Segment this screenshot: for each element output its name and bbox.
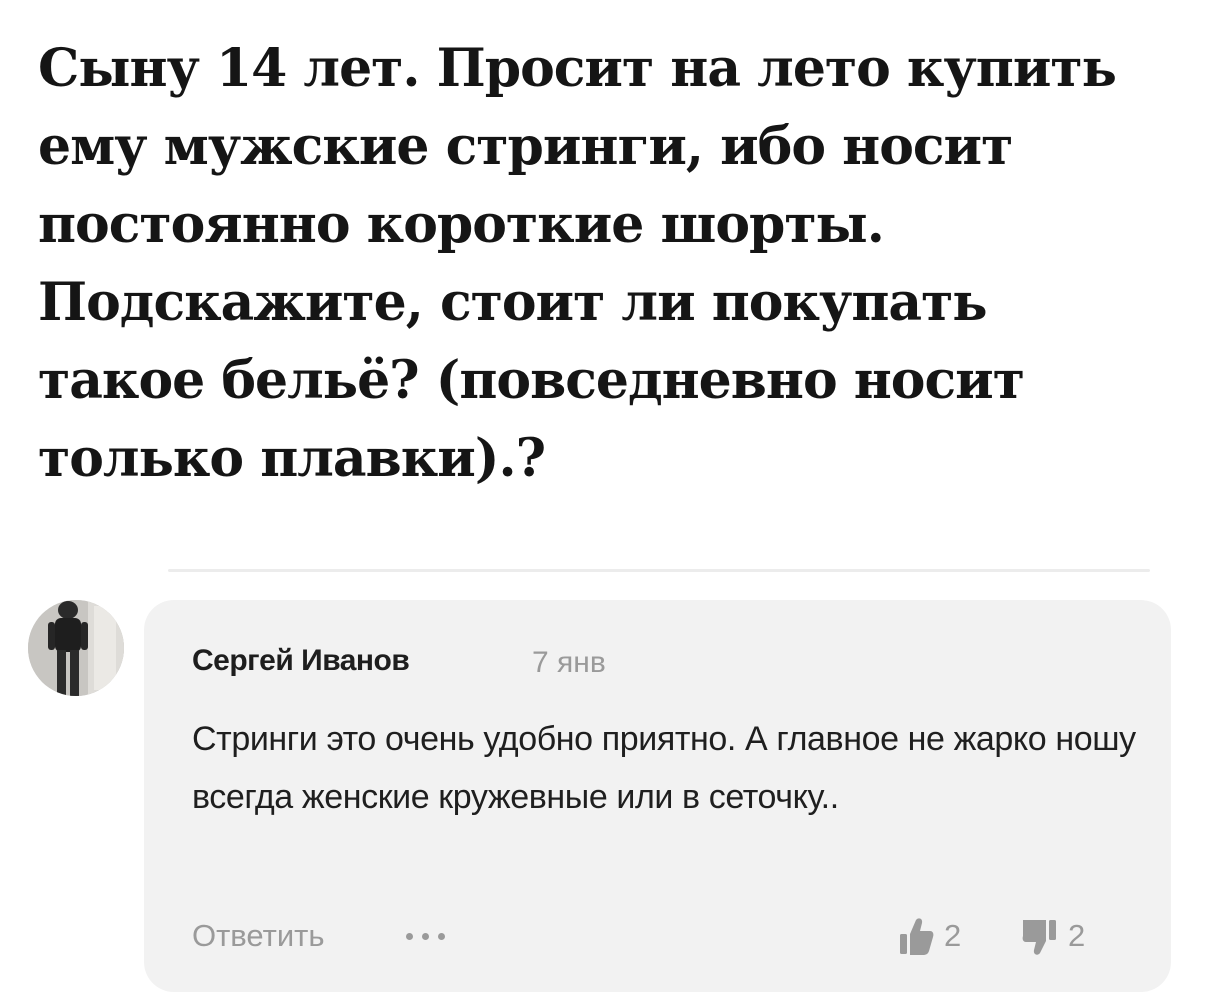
avatar-photo bbox=[28, 600, 124, 696]
like-count: 2 bbox=[944, 918, 962, 953]
more-dots-icon[interactable] bbox=[406, 933, 445, 940]
thumbs-down-icon bbox=[1022, 920, 1056, 955]
reply-button[interactable]: Ответить bbox=[192, 918, 325, 954]
comment-text: Стринги это очень удобно приятно. А глав… bbox=[192, 720, 1136, 816]
like-button[interactable]: 2 bbox=[898, 916, 961, 956]
comment-author[interactable]: Сергей Иванов bbox=[192, 644, 410, 678]
dislike-button[interactable]: 2 bbox=[1022, 916, 1085, 956]
question-title: Сыну 14 лет. Просит на лето купить ему м… bbox=[38, 38, 1117, 489]
avatar[interactable] bbox=[28, 600, 124, 696]
comment-date: 7 янв bbox=[532, 646, 606, 679]
dislike-count: 2 bbox=[1068, 918, 1086, 953]
divider bbox=[168, 569, 1150, 572]
comment-card: Сергей Иванов 7 янв Стринги это очень уд… bbox=[144, 600, 1171, 992]
thumbs-up-icon bbox=[900, 918, 934, 955]
